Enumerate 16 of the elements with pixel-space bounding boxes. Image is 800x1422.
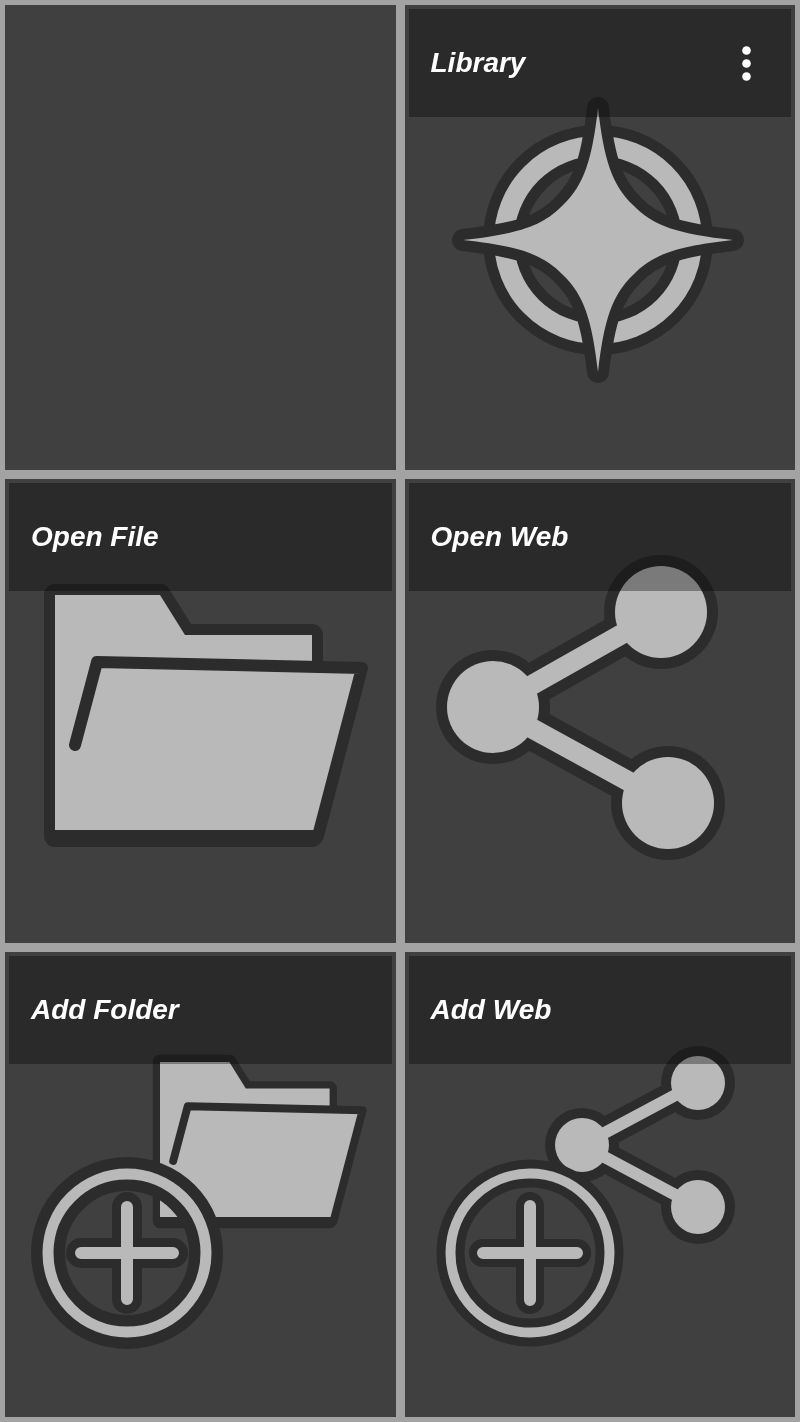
- folder-icon: [44, 583, 370, 848]
- tile-title: Open Web: [430, 520, 569, 553]
- tile-title: Library: [430, 47, 526, 79]
- action-tile[interactable]: Library: [404, 5, 795, 470]
- share-plus-icon: [435, 1046, 735, 1348]
- action-tile[interactable]: Add Web: [404, 952, 795, 1417]
- more-options-icon[interactable]: [742, 45, 751, 81]
- action-tile[interactable]: Add Folder: [5, 952, 396, 1417]
- compass-icon: [450, 96, 745, 384]
- share-icon: [435, 554, 725, 860]
- tile-title: Add Web: [430, 994, 552, 1027]
- tile-title: Open File: [31, 520, 159, 553]
- folder-plus-icon: [31, 1054, 367, 1350]
- action-tile[interactable]: Open File: [5, 478, 396, 944]
- action-tile[interactable]: Open Web: [404, 478, 795, 944]
- tile-title: Add Folder: [31, 994, 179, 1027]
